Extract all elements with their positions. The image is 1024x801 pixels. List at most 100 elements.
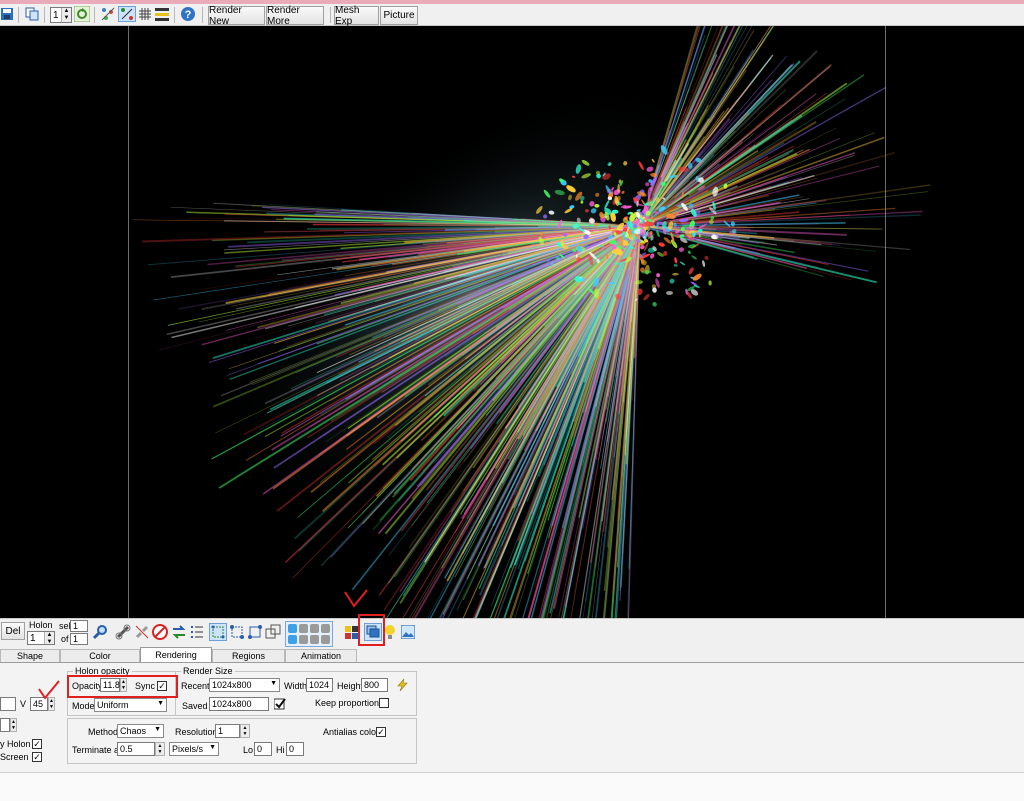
v-label: V bbox=[20, 699, 26, 709]
chevron-down-icon: ▼ bbox=[154, 726, 161, 733]
svg-text:?: ? bbox=[185, 9, 192, 21]
layout-icon[interactable] bbox=[154, 6, 170, 22]
chevron-down-icon: ▼ bbox=[270, 680, 277, 687]
delete-holon-button[interactable]: Del bbox=[1, 622, 25, 640]
fractal-render-image bbox=[0, 26, 1024, 618]
holon-label: Holon bbox=[29, 620, 53, 630]
grid-icon[interactable] bbox=[138, 6, 152, 22]
frame-value: 1 bbox=[53, 10, 59, 21]
render-flake bbox=[617, 184, 620, 192]
rendering-panel: V 45 ▲▼ ▲▼ y Holon ✓ Screen ✓ Holon opac… bbox=[0, 662, 1024, 773]
screen-checkbox[interactable]: ✓ bbox=[32, 752, 42, 762]
chevron-down-icon: ▼ bbox=[157, 700, 164, 707]
tab-shape[interactable]: Shape bbox=[0, 649, 60, 662]
panel-tabs: Shape Color Rendering Regions Animation bbox=[0, 648, 1024, 662]
screen-check-label: Screen bbox=[0, 752, 29, 762]
angle-field-partial[interactable] bbox=[0, 718, 10, 732]
saved-size-field[interactable]: 1024x800 bbox=[209, 697, 269, 711]
keep-proportions-label: Keep proportions bbox=[315, 698, 384, 708]
sel-field[interactable]: 1 bbox=[70, 620, 88, 632]
resolution-label: Resolution bbox=[175, 727, 218, 737]
angle-spinner-arrows[interactable]: ▲▼ bbox=[10, 718, 17, 732]
keep-proportions-checkbox[interactable] bbox=[379, 698, 389, 708]
zoom-icon[interactable] bbox=[92, 624, 108, 640]
mode-label: Mode bbox=[72, 701, 95, 711]
antialias-label: Antialias color bbox=[323, 727, 379, 737]
tab-rendering[interactable]: Rendering bbox=[140, 647, 212, 662]
render-flake bbox=[702, 260, 706, 267]
render-flake bbox=[704, 255, 710, 261]
render-size-heading: Render Size bbox=[181, 666, 235, 676]
method-label: Method bbox=[88, 727, 118, 737]
h-field-partial[interactable] bbox=[0, 697, 16, 711]
holon-toolbar: Del Holon 1 ▲▼ sel 1 of 1 bbox=[0, 618, 1024, 649]
of-field: 1 bbox=[70, 633, 88, 645]
move-nodes-icon[interactable] bbox=[229, 624, 245, 640]
status-area bbox=[0, 772, 1024, 801]
tab-regions[interactable]: Regions bbox=[212, 649, 285, 662]
mode-value: Uniform bbox=[97, 700, 129, 710]
save-icon[interactable] bbox=[0, 6, 14, 22]
lightning-icon[interactable] bbox=[394, 677, 410, 693]
render-flake bbox=[691, 255, 698, 260]
unlink-icon[interactable] bbox=[134, 624, 150, 640]
method-dropdown[interactable]: Chaos ▼ bbox=[117, 724, 164, 738]
frame-select-icon[interactable] bbox=[265, 624, 281, 640]
units-dropdown[interactable]: Pixels/s ▼ bbox=[169, 742, 219, 756]
render-flake bbox=[708, 280, 712, 285]
method-value: Chaos bbox=[120, 726, 146, 736]
help-icon[interactable]: ? bbox=[180, 6, 196, 22]
no-entry-icon[interactable] bbox=[152, 624, 168, 640]
terminate-label: Terminate at bbox=[72, 745, 122, 755]
frame-spinner[interactable]: 1 ▲▼ bbox=[50, 7, 72, 23]
render-new-button[interactable]: Render New bbox=[208, 6, 265, 25]
mode-dropdown[interactable]: Uniform ▼ bbox=[94, 698, 167, 712]
picture-button[interactable]: Picture bbox=[380, 6, 418, 25]
recent-size-dropdown[interactable]: 1024x800 ▼ bbox=[209, 678, 280, 692]
width-label: Width bbox=[284, 681, 307, 691]
annotation-check-mark-left bbox=[36, 679, 62, 701]
holon-check-label: y Holon bbox=[0, 739, 31, 749]
tab-color[interactable]: Color bbox=[60, 649, 140, 662]
main-toolbar: 1 ▲▼ ? Render New Render More Mesh Exp P… bbox=[0, 4, 1024, 26]
light-bulb-icon[interactable] bbox=[383, 624, 397, 640]
swap-icon[interactable] bbox=[171, 624, 187, 640]
tab-animation[interactable]: Animation bbox=[285, 649, 357, 662]
frame-spinner-arrows[interactable]: ▲▼ bbox=[61, 8, 71, 22]
recent-size-value: 1024x800 bbox=[212, 680, 252, 690]
chevron-down-icon: ▼ bbox=[209, 744, 216, 751]
saved-label: Saved bbox=[182, 701, 208, 711]
antialias-checkbox[interactable]: ✓ bbox=[376, 727, 386, 737]
terminate-spinner-arrows[interactable]: ▲▼ bbox=[155, 742, 165, 756]
scale-nodes-icon[interactable] bbox=[247, 624, 263, 640]
render-more-button[interactable]: Render More bbox=[266, 6, 324, 25]
holon-spinner[interactable]: 1 ▲▼ bbox=[27, 631, 55, 645]
recent-label: Recent bbox=[181, 681, 210, 691]
annotation-highlight-preview-button bbox=[358, 614, 385, 646]
apply-saved-check-icon[interactable] bbox=[273, 696, 287, 712]
holon-checkbox[interactable]: ✓ bbox=[32, 739, 42, 749]
lo-field[interactable]: 0 bbox=[254, 742, 272, 756]
resolution-spinner-arrows[interactable]: ▲▼ bbox=[240, 724, 250, 738]
image-icon[interactable] bbox=[400, 624, 416, 640]
mesh-exp-button[interactable]: Mesh Exp bbox=[334, 6, 379, 25]
height-field[interactable]: 800 bbox=[361, 678, 388, 692]
units-value: Pixels/s bbox=[172, 744, 203, 754]
copy-icon[interactable] bbox=[24, 6, 40, 22]
render-streak bbox=[668, 233, 851, 280]
lo-label: Lo bbox=[243, 745, 253, 755]
select-nodes-icon[interactable] bbox=[209, 623, 227, 641]
of-label: of bbox=[61, 634, 69, 644]
render-viewport[interactable] bbox=[0, 26, 1024, 618]
transform-icon[interactable] bbox=[118, 6, 136, 22]
pixels-icon[interactable] bbox=[100, 6, 116, 22]
width-field[interactable]: 1024 bbox=[306, 678, 333, 692]
holon-spinner-arrows[interactable]: ▲▼ bbox=[44, 632, 54, 644]
node-palette[interactable] bbox=[285, 621, 333, 647]
refresh-icon[interactable] bbox=[74, 6, 90, 22]
hi-field[interactable]: 0 bbox=[286, 742, 304, 756]
resolution-field[interactable]: 1 bbox=[215, 724, 240, 738]
list-icon[interactable] bbox=[190, 624, 204, 640]
terminate-field[interactable]: 0.5 bbox=[117, 742, 155, 756]
link-icon[interactable] bbox=[115, 624, 131, 640]
